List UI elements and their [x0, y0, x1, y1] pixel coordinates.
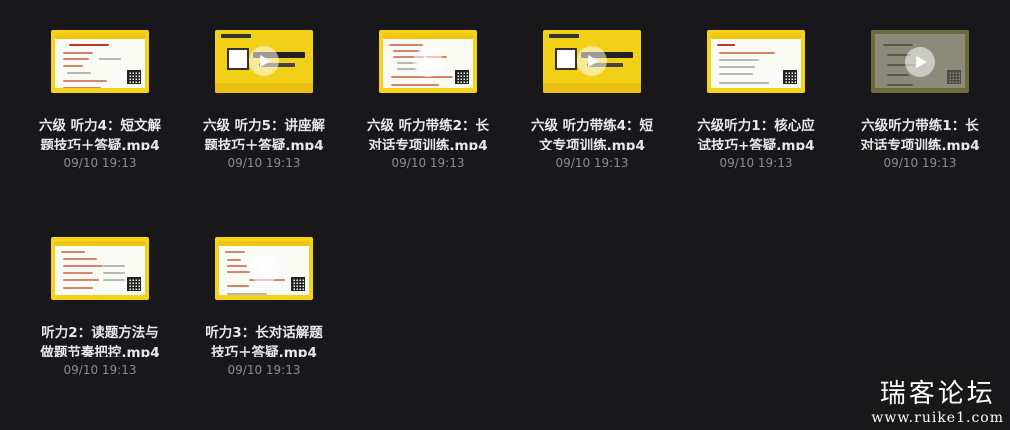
video-file-item[interactable]: 六级 听力带练2：长对话专项训练.mp4 09/10 19:13 [346, 0, 510, 170]
video-file-item[interactable]: 听力3：长对话解题技巧＋答疑.mp4 09/10 19:13 [182, 207, 346, 377]
file-date: 09/10 19:13 [719, 156, 793, 170]
play-icon[interactable] [413, 46, 443, 77]
file-name[interactable]: 听力3：长对话解题技巧＋答疑.mp4 [199, 323, 329, 357]
site-watermark: 瑞客论坛 www.ruike1.com [871, 378, 1004, 426]
watermark-text: 瑞客论坛 [879, 379, 996, 409]
video-file-item[interactable]: 六级 听力4：短文解题技巧＋答疑.mp4 09/10 19:13 [18, 0, 182, 170]
play-icon[interactable] [249, 46, 279, 77]
video-thumbnail[interactable] [51, 237, 149, 301]
video-file-item[interactable]: 听力2：读题方法与做题节奏把控.mp4 09/10 19:13 [18, 207, 182, 377]
video-thumbnail[interactable] [51, 30, 149, 94]
video-thumbnail[interactable] [379, 30, 477, 94]
watermark-url: www.ruike1.com [871, 410, 1004, 426]
file-date: 09/10 19:13 [555, 156, 629, 170]
file-date: 09/10 19:13 [391, 156, 465, 170]
file-name[interactable]: 六级 听力4：短文解题技巧＋答疑.mp4 [35, 116, 165, 150]
play-icon[interactable] [577, 46, 607, 77]
video-thumbnail[interactable] [871, 30, 969, 94]
video-file-item[interactable]: 六级听力1：核心应试技巧+答疑.mp4 09/10 19:13 [674, 0, 838, 170]
file-date: 09/10 19:13 [227, 156, 301, 170]
file-name[interactable]: 六级听力1：核心应试技巧+答疑.mp4 [691, 116, 821, 150]
video-thumbnail[interactable] [215, 237, 313, 301]
file-name[interactable]: 六级 听力5：讲座解题技巧＋答疑.mp4 [199, 116, 329, 150]
play-icon[interactable] [905, 46, 935, 77]
video-thumbnail[interactable] [543, 30, 641, 93]
video-file-item[interactable]: 六级 听力带练4：短文专项训练.mp4 09/10 19:13 [510, 0, 674, 170]
file-name[interactable]: 六级 听力带练2：长对话专项训练.mp4 [363, 116, 493, 150]
file-name[interactable]: 六级 听力带练4：短文专项训练.mp4 [527, 116, 657, 150]
video-thumbnail[interactable] [707, 30, 805, 94]
play-icon[interactable] [249, 253, 279, 284]
file-date: 09/10 19:13 [883, 156, 957, 170]
file-grid: 六级 听力4：短文解题技巧＋答疑.mp4 09/10 19:13 六级 听力5：… [0, 0, 1010, 430]
video-file-item[interactable]: 六级听力带练1：长对话专项训练.mp4 09/10 19:13 [838, 0, 1002, 170]
file-date: 09/10 19:13 [63, 363, 137, 377]
file-date: 09/10 19:13 [227, 363, 301, 377]
video-thumbnail[interactable] [215, 30, 313, 93]
file-name[interactable]: 听力2：读题方法与做题节奏把控.mp4 [35, 323, 165, 357]
file-name[interactable]: 六级听力带练1：长对话专项训练.mp4 [855, 116, 985, 150]
video-file-item[interactable]: 六级 听力5：讲座解题技巧＋答疑.mp4 09/10 19:13 [182, 0, 346, 170]
file-date: 09/10 19:13 [63, 156, 137, 170]
